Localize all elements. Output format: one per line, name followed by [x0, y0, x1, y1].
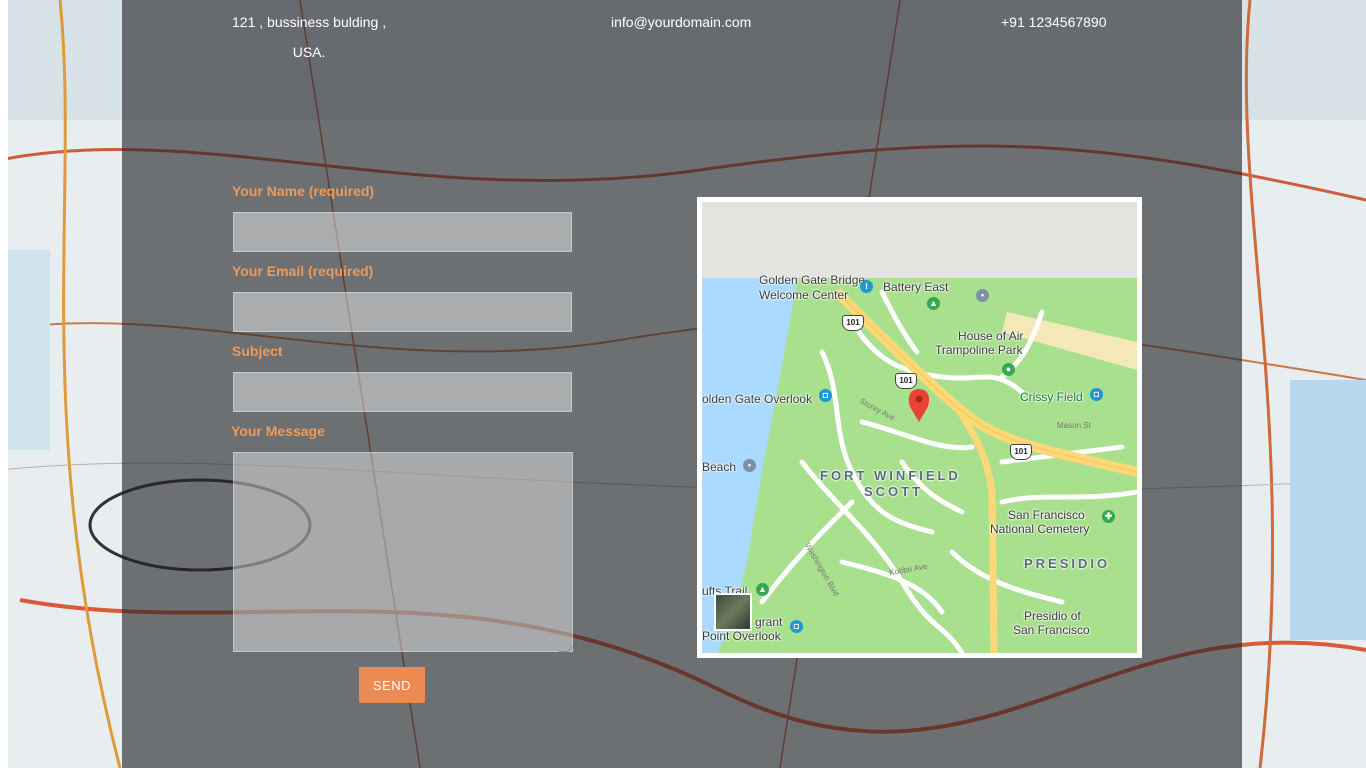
contact-phone: +91 1234567890 — [1001, 14, 1107, 30]
name-input[interactable] — [233, 212, 572, 252]
map-label-presidio-of: Presidio of — [1024, 609, 1081, 623]
contact-address: 121 , bussiness bulding , USA. — [232, 7, 386, 67]
overlook-icon[interactable]: ◘ — [790, 620, 803, 633]
place-marker-icon[interactable]: • — [976, 289, 989, 302]
street-view-thumbnail[interactable] — [714, 593, 752, 631]
crissy-field-icon[interactable]: ◘ — [1090, 388, 1103, 401]
trampoline-park-icon[interactable]: ● — [1002, 363, 1015, 376]
camera-icon[interactable]: ◘ — [819, 389, 832, 402]
map-label-golden-gate-bridge: Golden Gate Bridge — [759, 273, 866, 287]
beach-marker-icon[interactable]: • — [743, 459, 756, 472]
map-label-house-of-air: House of Air — [958, 329, 1024, 343]
subject-input[interactable] — [233, 372, 572, 412]
highway-101-shield: 101 — [842, 315, 864, 331]
poi-info-icon[interactable]: i — [860, 280, 873, 293]
highway-101-shield: 101 — [895, 373, 917, 389]
map-label-immigrant: grant — [755, 615, 783, 629]
email-input[interactable] — [233, 292, 572, 332]
name-label: Your Name (required) — [232, 183, 375, 199]
address-line-1: 121 , bussiness bulding , — [232, 14, 387, 30]
map-label-fort-winfield: FORT WINFIELD — [820, 468, 961, 483]
map-label-beach: Beach — [702, 460, 737, 474]
map-label-golden-gate-overlook: olden Gate Overlook — [702, 392, 813, 406]
map-label-scott: SCOTT — [864, 484, 924, 499]
page-left-edge — [0, 0, 8, 768]
message-label: Your Message — [231, 423, 325, 439]
map-label-trampoline-park: Trampoline Park — [935, 343, 1023, 357]
map-label-welcome-center: Welcome Center — [759, 288, 849, 302]
contact-email: info@yourdomain.com — [611, 14, 752, 30]
map-label-battery-east: Battery East — [883, 280, 949, 294]
message-textarea[interactable] — [233, 452, 573, 652]
trail-icon[interactable]: ▲ — [756, 583, 769, 596]
map-label-national-cemetery: National Cemetery — [990, 522, 1090, 536]
map-label-crissy-field: Crissy Field — [1020, 390, 1083, 404]
street-label-mason-st: Mason St — [1057, 421, 1091, 430]
map-embed[interactable]: Golden Gate Bridge Welcome Center i Batt… — [697, 197, 1142, 658]
map-label-point-overlook: Point Overlook — [702, 629, 781, 643]
map-label-presidio-san-francisco: San Francisco — [1013, 623, 1090, 637]
send-button[interactable]: SEND — [359, 667, 425, 703]
address-line-2: USA. — [292, 44, 326, 60]
subject-label: Subject — [232, 343, 283, 359]
email-label: Your Email (required) — [232, 263, 374, 279]
map-label-presidio: PRESIDIO — [1024, 556, 1111, 571]
park-icon[interactable]: ▲ — [927, 297, 940, 310]
map-label-san-francisco-cemetery: San Francisco — [1008, 508, 1085, 522]
map-canvas[interactable]: Golden Gate Bridge Welcome Center i Batt… — [702, 202, 1137, 653]
cemetery-icon[interactable]: ✚ — [1102, 510, 1115, 523]
highway-101-shield: 101 — [1010, 444, 1032, 460]
